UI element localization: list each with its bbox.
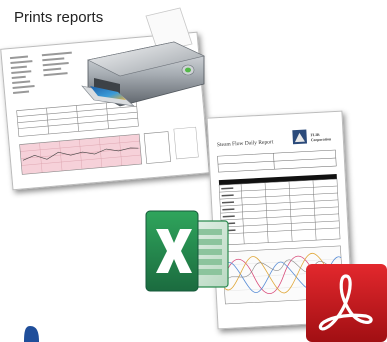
blue-shape-icon	[24, 326, 39, 342]
pdf-icon	[306, 264, 387, 342]
report-company: FLIR Corporation	[310, 132, 332, 142]
excel-icon	[145, 210, 229, 292]
printer-icon	[81, 7, 205, 107]
